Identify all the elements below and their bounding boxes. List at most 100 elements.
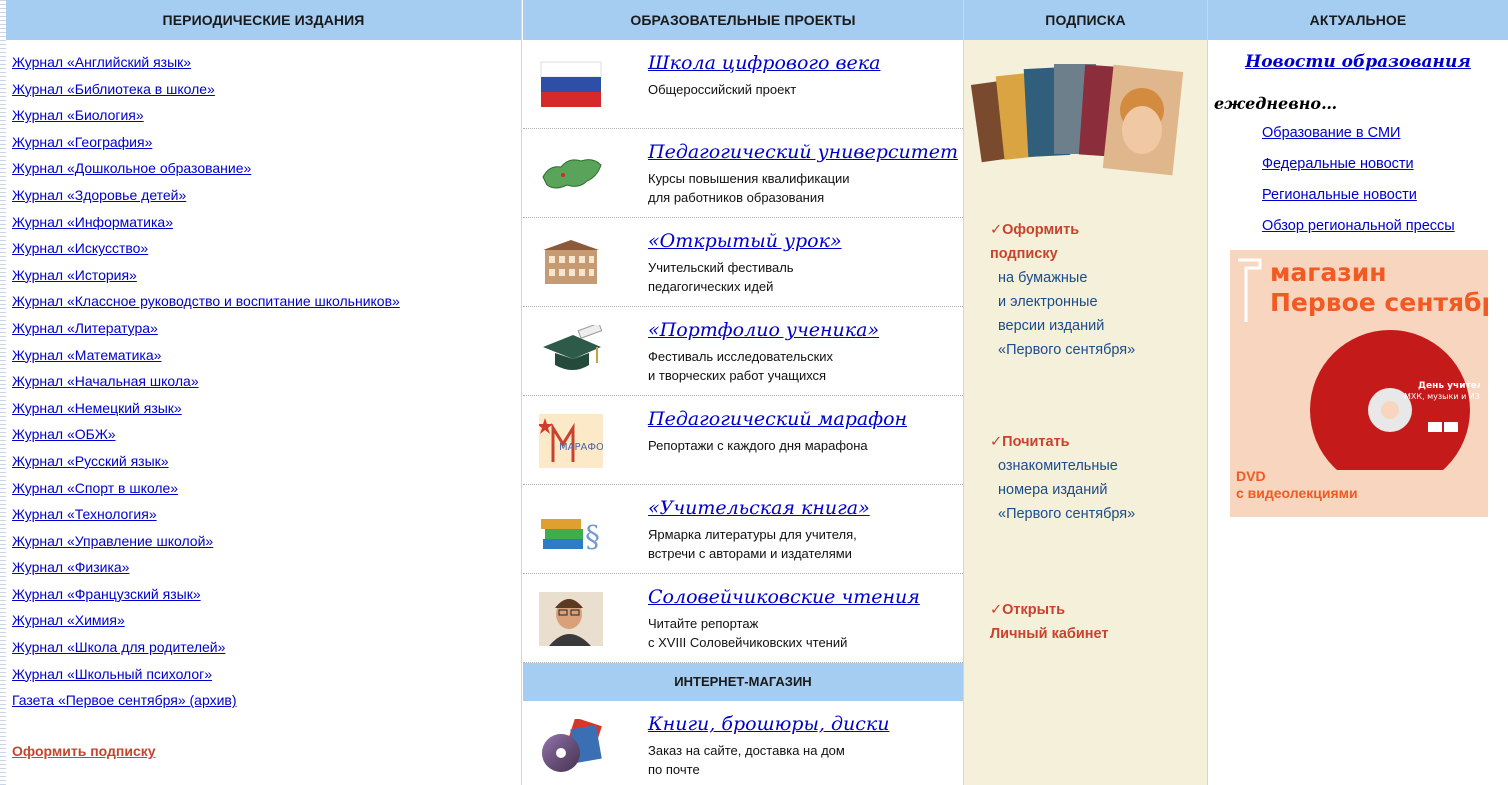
- journal-link[interactable]: Газета «Первое сентября» (архив): [12, 692, 237, 708]
- project-title[interactable]: Педагогический марафон: [648, 408, 907, 430]
- project-item[interactable]: МАРАФОН Педагогический марафон Репортажи с…: [523, 396, 963, 485]
- journal-link[interactable]: Журнал «Библиотека в школе»: [12, 81, 215, 97]
- journal-link[interactable]: Журнал «Дошкольное образование»: [12, 160, 251, 176]
- news-title-link[interactable]: Новости образования: [1208, 52, 1508, 72]
- journal-link[interactable]: Журнал «Немецкий язык»: [12, 400, 182, 416]
- journal-item: Журнал «Биология»: [12, 102, 521, 129]
- magazine-covers-image[interactable]: [970, 60, 1188, 180]
- journal-link[interactable]: Журнал «Математика»: [12, 347, 161, 363]
- news-item: Образование в СМИ: [1262, 118, 1455, 149]
- project-title[interactable]: «Открытый урок»: [648, 230, 842, 252]
- journal-item: Журнал «Начальная школа»: [12, 368, 521, 395]
- journal-link[interactable]: Журнал «Информатика»: [12, 214, 173, 230]
- project-desc: Читайте репортаж с XVIII Соловейчиковски…: [648, 616, 848, 650]
- subscription-description: на бумажные и электронные версии изданий…: [998, 270, 1136, 358]
- journal-item: Журнал «Русский язык»: [12, 448, 521, 475]
- projects-heading: ОБРАЗОВАТЕЛЬНЫЕ ПРОЕКТЫ: [523, 0, 963, 40]
- subscription-block[interactable]: ✓Оформить подписку на бумажные и электрон…: [990, 218, 1135, 362]
- project-title[interactable]: «Учительская книга»: [648, 497, 870, 519]
- news-item: Федеральные новости: [1262, 149, 1455, 180]
- project-title[interactable]: Школа цифрового века: [648, 52, 880, 74]
- journal-link[interactable]: Журнал «Спорт в школе»: [12, 480, 178, 496]
- journal-item: Журнал «Химия»: [12, 607, 521, 634]
- journal-link[interactable]: Журнал «Французский язык»: [12, 586, 201, 602]
- actual-column: АКТУАЛЬНОЕ Новости образования ежедневно…: [1208, 0, 1508, 785]
- journal-item: Журнал «История»: [12, 262, 521, 289]
- dvd-disc-icon: День учителя МХК, музыки и ИЗО: [1310, 330, 1480, 470]
- subscription-action-line[interactable]: Открыть Личный кабинет: [990, 602, 1109, 642]
- checkmark-icon: ✓: [990, 602, 1003, 618]
- journal-link[interactable]: Журнал «Технология»: [12, 506, 157, 522]
- shop-banner[interactable]: магазин Первое сентября День учителя МХК…: [1230, 250, 1488, 517]
- project-item[interactable]: «Открытый урок» Учительский фестиваль пед…: [523, 218, 963, 307]
- subscribe-link[interactable]: Оформить подписку: [12, 743, 156, 759]
- journal-link[interactable]: Журнал «Здоровье детей»: [12, 187, 186, 203]
- journal-item: Журнал «Школьный психолог»: [12, 661, 521, 688]
- journal-link[interactable]: Журнал «История»: [12, 267, 137, 283]
- journal-item: Журнал «Библиотека в школе»: [12, 76, 521, 103]
- svg-text:§: §: [585, 520, 600, 555]
- disc-label-2: МХК, музыки и ИЗО: [1404, 392, 1480, 401]
- project-title[interactable]: Педагогический университет: [648, 141, 958, 163]
- news-link[interactable]: Образование в СМИ: [1262, 125, 1400, 141]
- periodicals-heading: ПЕРИОДИЧЕСКИЕ ИЗДАНИЯ: [6, 0, 521, 40]
- project-desc: Фестиваль исследовательских и творческих…: [648, 349, 834, 383]
- column-divider: [521, 0, 522, 785]
- project-desc: Учительский фестиваль педагогических иде…: [648, 260, 794, 294]
- journal-item: Журнал «География»: [12, 129, 521, 156]
- daily-label: ежедневно…: [1214, 94, 1338, 113]
- journal-item: Журнал «ОБЖ»: [12, 421, 521, 448]
- project-item[interactable]: «Портфолио ученика» Фестиваль исследовате…: [523, 307, 963, 396]
- news-link[interactable]: Федеральные новости: [1262, 156, 1414, 172]
- journal-item: Журнал «Технология»: [12, 501, 521, 528]
- journal-item: Журнал «Классное руководство и воспитани…: [12, 288, 521, 315]
- project-item[interactable]: Школа цифрового века Общероссийский проек…: [523, 40, 963, 129]
- russian-flag-icon: [539, 58, 603, 112]
- calendar-sheet-icon: [1238, 258, 1262, 322]
- news-item: Региональные новости: [1262, 180, 1455, 211]
- shop-item-title[interactable]: Книги, брошюры, диски: [648, 713, 890, 735]
- journal-link[interactable]: Журнал «Физика»: [12, 559, 129, 575]
- subscription-action-line[interactable]: Почитать: [1002, 434, 1069, 450]
- journal-link[interactable]: Журнал «Классное руководство и воспитани…: [12, 293, 400, 309]
- journal-link[interactable]: Журнал «Школа для родителей»: [12, 639, 225, 655]
- journal-item: Журнал «Школа для родителей»: [12, 634, 521, 661]
- marathon-logo-text: МАРАФОН: [559, 442, 603, 453]
- project-desc: Общероссийский проект: [648, 82, 797, 97]
- journal-link[interactable]: Журнал «Искусство»: [12, 240, 148, 256]
- project-item[interactable]: Соловейчиковские чтения Читайте репортаж …: [523, 574, 963, 663]
- journal-link[interactable]: Журнал «Биология»: [12, 107, 144, 123]
- russia-map-icon: [539, 147, 603, 201]
- shop-item[interactable]: Книги, брошюры, диски Заказ на сайте, до…: [523, 701, 963, 785]
- journal-link[interactable]: Журнал «Английский язык»: [12, 54, 191, 70]
- journal-link[interactable]: Журнал «География»: [12, 134, 152, 150]
- news-link[interactable]: Региональные новости: [1262, 187, 1417, 203]
- journal-link[interactable]: Журнал «Управление школой»: [12, 533, 213, 549]
- project-title[interactable]: «Портфолио ученика»: [648, 319, 879, 341]
- journal-item: Журнал «Физика»: [12, 554, 521, 581]
- journal-link[interactable]: Журнал «ОБЖ»: [12, 426, 116, 442]
- journal-item: Журнал «Информатика»: [12, 209, 521, 236]
- subscription-description: ознакомительные номера изданий «Первого …: [998, 458, 1136, 522]
- marathon-logo-icon: МАРАФОН: [537, 414, 611, 468]
- books-icon: §: [539, 503, 603, 557]
- project-desc: Ярмарка литературы для учителя, встречи …: [648, 527, 857, 561]
- shop-heading: ИНТЕРНЕТ-МАГАЗИН: [523, 663, 963, 701]
- journal-link[interactable]: Журнал «Школьный психолог»: [12, 666, 212, 682]
- news-links: Образование в СМИ Федеральные новости Реги…: [1262, 118, 1455, 242]
- subscription-block[interactable]: ✓Открыть Личный кабинет: [990, 598, 1109, 646]
- journal-link[interactable]: Журнал «Химия»: [12, 612, 125, 628]
- journal-item: Журнал «Английский язык»: [12, 49, 521, 76]
- project-item[interactable]: § «Учительская книга» Ярмарка литературы д…: [523, 485, 963, 574]
- journal-link[interactable]: Журнал «Начальная школа»: [12, 373, 199, 389]
- project-desc: Курсы повышения квалификации для работни…: [648, 171, 850, 205]
- project-item[interactable]: Педагогический университет Курсы повышени…: [523, 129, 963, 218]
- subscription-block[interactable]: ✓Почитать ознакомительные номера изданий …: [990, 430, 1135, 526]
- project-title[interactable]: Соловейчиковские чтения: [648, 586, 920, 608]
- subscription-action-line[interactable]: Оформить подписку: [990, 222, 1079, 262]
- journal-item: Журнал «Дошкольное образование»: [12, 155, 521, 182]
- news-link[interactable]: Обзор региональной прессы: [1262, 218, 1455, 234]
- journal-link[interactable]: Журнал «Литература»: [12, 320, 158, 336]
- graduation-cap-icon: [539, 322, 603, 379]
- journal-link[interactable]: Журнал «Русский язык»: [12, 453, 169, 469]
